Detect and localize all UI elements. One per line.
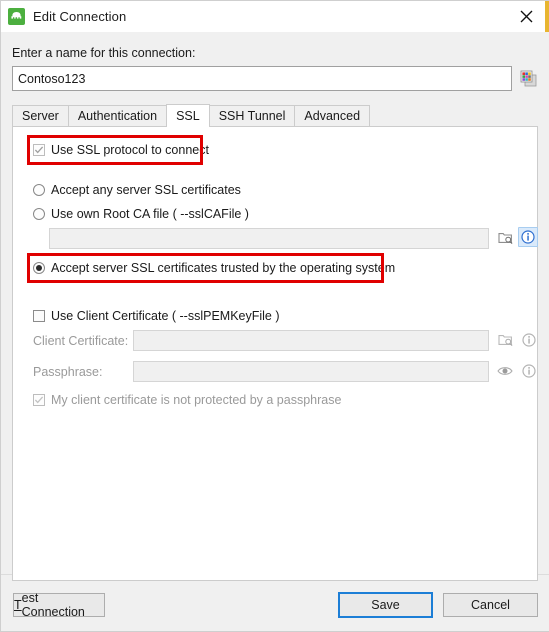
radio-root-ca-label: Use own Root CA file ( --sslCAFile ) <box>51 207 249 221</box>
no-passphrase-checkbox[interactable] <box>33 394 45 406</box>
cancel-button-label: Cancel <box>471 598 510 612</box>
save-button-label: Save <box>371 598 400 612</box>
no-passphrase-label: My client certificate is not protected b… <box>51 393 342 407</box>
test-connection-label: est Connection <box>21 591 85 619</box>
use-ssl-protocol-label: Use SSL protocol to connect <box>51 143 209 157</box>
window-accent-edge <box>545 1 549 32</box>
use-ssl-protocol-checkbox[interactable] <box>33 144 45 156</box>
radio-root-ca-row[interactable]: Use own Root CA file ( --sslCAFile ) <box>33 207 249 221</box>
mongodb-leaf-icon <box>8 8 25 25</box>
info-icon[interactable] <box>518 227 538 247</box>
edit-connection-dialog: Edit Connection Enter a name for this co… <box>0 0 549 632</box>
eye-icon[interactable] <box>495 361 515 381</box>
close-icon[interactable] <box>513 4 539 30</box>
radio-os-trusted-dot <box>36 265 42 271</box>
use-client-certificate-label: Use Client Certificate ( --sslPEMKeyFile… <box>51 309 280 323</box>
save-button[interactable]: Save <box>338 592 433 618</box>
client-certificate-input[interactable] <box>133 330 489 351</box>
test-connection-button[interactable]: Test Connection <box>13 591 105 619</box>
radio-accept-any[interactable] <box>33 184 45 196</box>
tab-server[interactable]: Server <box>12 105 69 126</box>
radio-os-trusted-row[interactable]: Accept server SSL certificates trusted b… <box>33 261 395 275</box>
dialog-footer: Test Connection Save Cancel <box>1 574 549 631</box>
cancel-button[interactable]: Cancel <box>443 593 538 617</box>
window-controls <box>513 1 539 32</box>
connection-name-label: Enter a name for this connection: <box>12 46 196 60</box>
use-client-certificate-checkbox[interactable] <box>33 310 45 322</box>
radio-os-trusted-label: Accept server SSL certificates trusted b… <box>51 261 396 275</box>
info-icon[interactable] <box>519 361 539 381</box>
dialog-body: Enter a name for this connection: Contos… <box>1 46 549 581</box>
folder-browse-icon[interactable] <box>495 330 515 350</box>
passphrase-input[interactable] <box>133 361 489 382</box>
radio-os-trusted[interactable] <box>33 262 45 274</box>
title-bar: Edit Connection <box>1 1 549 32</box>
connection-name-input[interactable] <box>12 66 512 91</box>
radio-accept-any-label: Accept any server SSL certificates <box>51 183 241 197</box>
tab-ssl[interactable]: SSL <box>166 104 210 127</box>
tab-authentication[interactable]: Authentication <box>67 105 168 126</box>
passphrase-label: Passphrase: <box>33 365 103 379</box>
connection-name-row <box>12 66 538 91</box>
ssl-tab-panel: Use SSL protocol to connect Accept any s… <box>12 126 538 581</box>
color-palette-icon[interactable] <box>518 69 538 89</box>
radio-root-ca[interactable] <box>33 208 45 220</box>
connection-tabs: Server Authentication SSL SSH Tunnel Adv… <box>12 104 538 127</box>
folder-browse-icon[interactable] <box>495 228 515 248</box>
no-passphrase-row[interactable]: My client certificate is not protected b… <box>33 393 341 407</box>
test-connection-mnemonic: T <box>14 598 22 612</box>
use-ssl-protocol-row[interactable]: Use SSL protocol to connect <box>33 143 209 157</box>
root-ca-file-input[interactable] <box>49 228 489 249</box>
tab-ssh-tunnel[interactable]: SSH Tunnel <box>208 105 296 126</box>
info-icon[interactable] <box>519 330 539 350</box>
tab-advanced[interactable]: Advanced <box>294 105 371 126</box>
radio-accept-any-row[interactable]: Accept any server SSL certificates <box>33 183 241 197</box>
client-certificate-label: Client Certificate: <box>33 334 129 348</box>
window-title: Edit Connection <box>33 9 127 24</box>
use-client-certificate-row[interactable]: Use Client Certificate ( --sslPEMKeyFile… <box>33 309 280 323</box>
